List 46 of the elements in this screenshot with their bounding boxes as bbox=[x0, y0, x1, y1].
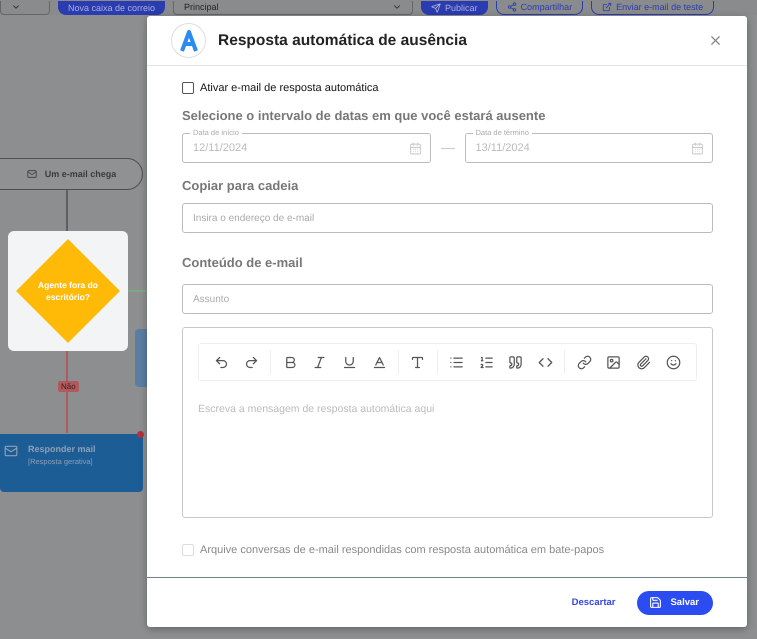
redo-icon bbox=[244, 354, 259, 370]
mail-icon bbox=[26, 169, 37, 179]
toolbar-button[interactable]: Nova caixa de correio bbox=[58, 0, 166, 14]
quote-icon bbox=[508, 354, 524, 370]
close-button[interactable] bbox=[708, 33, 723, 48]
toolbar-button[interactable]: Compartilhar bbox=[496, 0, 584, 14]
save-button[interactable]: Salvar bbox=[637, 590, 713, 614]
calendar-icon bbox=[691, 142, 704, 154]
subject-field[interactable]: Assunto bbox=[182, 284, 713, 314]
section-heading: Selecione o intervalo de datas em que você estará ausente bbox=[182, 108, 546, 123]
numbered-list-icon bbox=[478, 354, 494, 370]
logo-icon bbox=[171, 23, 206, 58]
status-dot bbox=[137, 431, 144, 438]
toolbar-icon bbox=[431, 2, 442, 12]
toolbar-button[interactable]: Enviar e-mail de teste bbox=[591, 0, 714, 14]
italic-icon bbox=[312, 354, 328, 370]
mail-icon bbox=[4, 444, 18, 458]
toolbar-button[interactable]: Publicar bbox=[421, 0, 488, 14]
trigger-node: Um e-mail chega bbox=[0, 158, 143, 190]
image-icon bbox=[606, 354, 622, 370]
undo-icon bbox=[214, 354, 230, 370]
branch-label: Não bbox=[58, 381, 79, 392]
checkbox[interactable] bbox=[182, 82, 194, 94]
email-field[interactable]: Insira o endereço de e-mail bbox=[182, 203, 713, 233]
discard-button[interactable]: Descartar bbox=[572, 597, 616, 608]
section-heading: Copiar para cadeia bbox=[182, 178, 300, 193]
condition-label: Agente fora do escritório? bbox=[37, 278, 99, 304]
action-title: Responder mail bbox=[28, 444, 96, 454]
node-card bbox=[135, 329, 147, 387]
save-icon bbox=[649, 596, 662, 609]
smiley-icon bbox=[666, 354, 681, 370]
editor-placeholder: Escreva a mensagem de resposta automática aqui bbox=[198, 403, 436, 415]
dialog-title: Resposta automática de ausência bbox=[218, 32, 468, 50]
link-icon bbox=[576, 354, 592, 370]
dropdown[interactable]: Principal bbox=[173, 0, 414, 14]
checkbox-label: Ativar e-mail de resposta automática bbox=[200, 82, 379, 94]
toolbar-icon bbox=[506, 2, 517, 12]
text-size-icon bbox=[410, 354, 426, 370]
calendar-icon bbox=[408, 142, 422, 154]
underline-icon bbox=[342, 354, 357, 370]
toolbar-icon bbox=[602, 2, 612, 12]
bulleted-list-icon bbox=[448, 354, 464, 370]
text-color-icon bbox=[372, 354, 387, 370]
section-heading: Conteúdo de e-mail bbox=[182, 255, 304, 270]
checkbox-label: Arquive conversas de e-mail respondidas com resposta automática em bate-papos bbox=[200, 544, 604, 556]
paperclip-icon bbox=[636, 354, 651, 370]
